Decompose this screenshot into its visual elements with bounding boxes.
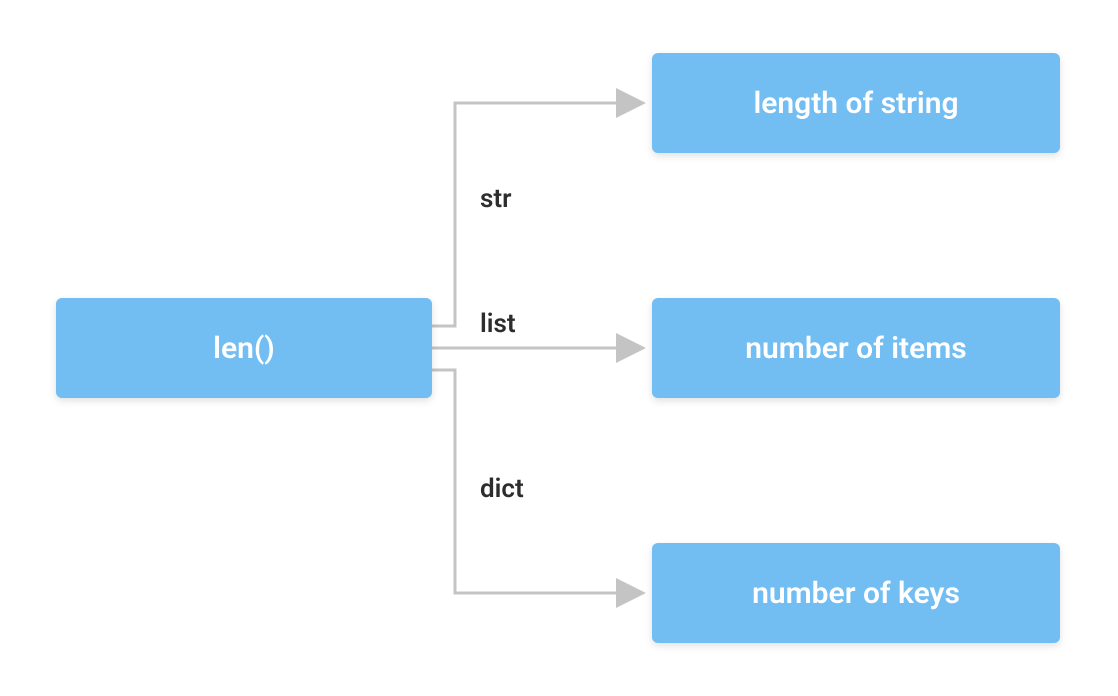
target-node-string: length of string bbox=[652, 53, 1060, 153]
target-node-list: number of items bbox=[652, 298, 1060, 398]
edge-label-str: str bbox=[480, 184, 511, 214]
arrow-str bbox=[432, 103, 640, 326]
target-node-label: number of keys bbox=[752, 576, 960, 611]
source-node-len: len() bbox=[56, 298, 432, 398]
arrow-dict bbox=[432, 370, 640, 593]
target-node-dict: number of keys bbox=[652, 543, 1060, 643]
source-node-label: len() bbox=[213, 331, 275, 366]
edge-label-dict: dict bbox=[480, 474, 524, 504]
target-node-label: length of string bbox=[753, 86, 958, 121]
edge-label-list: list bbox=[480, 309, 516, 339]
target-node-label: number of items bbox=[745, 331, 966, 366]
